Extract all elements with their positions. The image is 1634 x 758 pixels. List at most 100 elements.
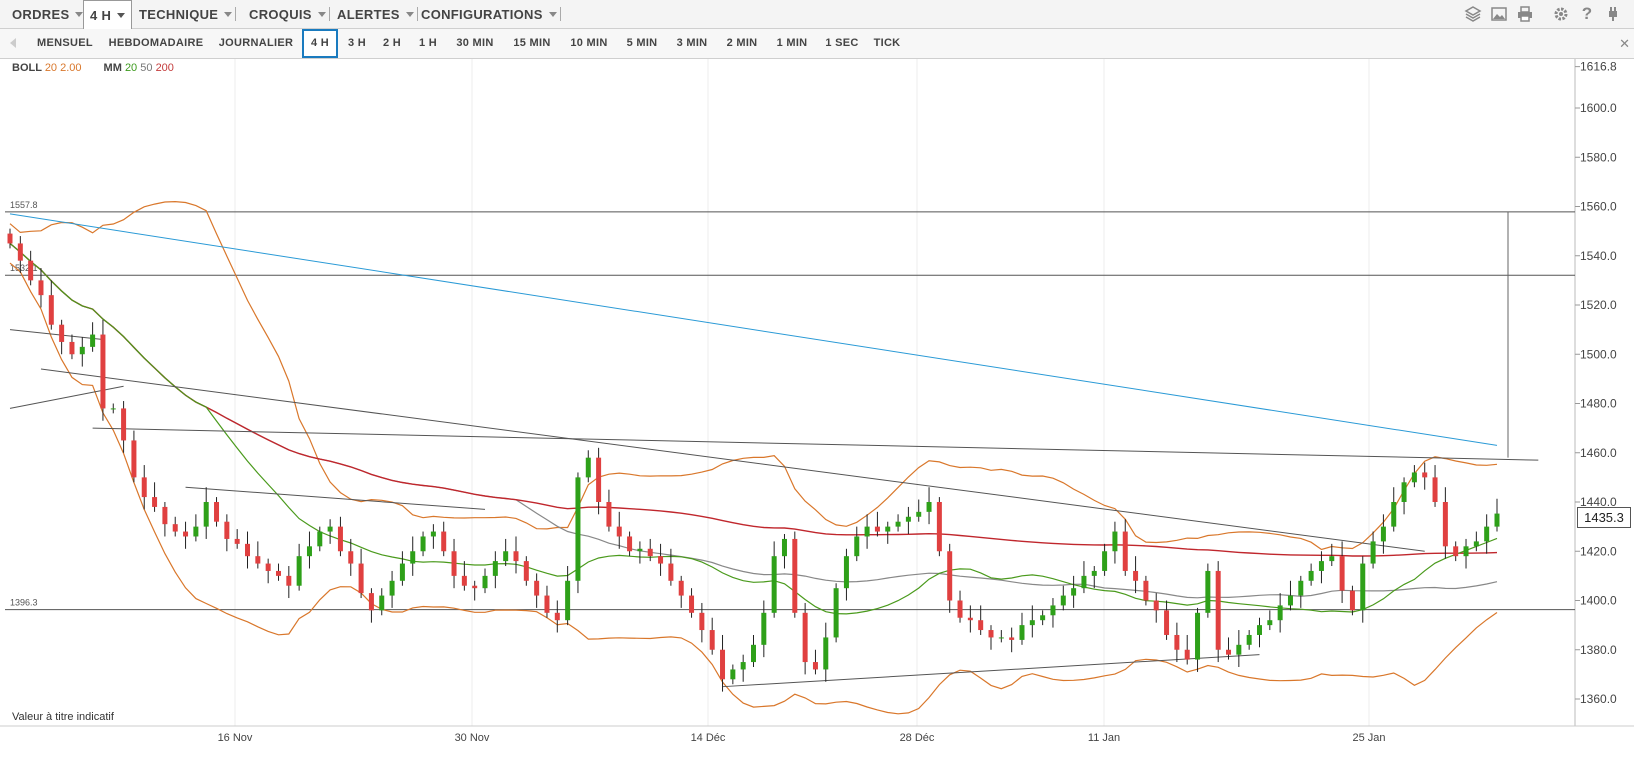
tf-1min[interactable]: 1 MIN [768,29,816,58]
print-icon[interactable] [1516,5,1534,23]
candle-body [1236,644,1242,655]
candle-body [781,538,787,557]
candle-body [936,502,942,552]
menu-alertes[interactable]: ALERTES [337,0,418,28]
horizontal-level-label: 1557.8 [10,200,38,210]
scroll-left-icon[interactable] [10,38,16,48]
candle-body [1360,563,1366,611]
candle-body [843,556,849,589]
menu-croquis[interactable]: CROQUIS [249,0,330,28]
plug-icon[interactable] [1604,5,1622,23]
candle-body [38,280,44,296]
candle-body [967,617,973,621]
tf-2h[interactable]: 2 H [375,29,409,58]
candle-body [534,580,540,596]
candle-body [1422,472,1428,478]
candle-body [492,561,498,576]
descending-trendline [40,368,1425,552]
candle-body [503,551,509,562]
tf-3min[interactable]: 3 MIN [668,29,716,58]
tf-mensuel[interactable]: MENSUEL [28,29,102,58]
tf-5min[interactable]: 5 MIN [618,29,666,58]
candle-body [802,612,808,663]
tf-3h[interactable]: 3 H [340,29,374,58]
y-tick-label: 1616.8 [1580,60,1617,74]
candle-body [48,295,54,325]
boll-legend[interactable]: BOLL 20 2.00 [12,62,82,74]
tf-4h[interactable]: 4 H [302,29,338,58]
tf-journalier[interactable]: JOURNALIER [212,29,300,58]
candle-body [1153,600,1159,611]
close-icon[interactable]: ✕ [1619,36,1630,52]
menu-timeframe[interactable]: 4 H [83,0,133,29]
candle-body [575,477,581,581]
candle-body [1442,502,1448,547]
y-tick-label: 1460.0 [1580,446,1617,460]
candle-body [1226,649,1232,655]
tf-hebdomadaire[interactable]: HEBDOMADAIRE [104,29,208,58]
last-price-label: 1435.3 [1577,507,1631,528]
tf-10min[interactable]: 10 MIN [562,29,616,58]
candle-body [482,575,488,589]
resistance-trendline [92,427,1539,461]
help-icon[interactable]: ? [1578,5,1596,23]
candle-body [1122,531,1128,571]
mm-legend[interactable]: MM 20 50 200 [104,62,174,74]
y-tick-label: 1360.0 [1580,692,1617,706]
candle-body [699,612,705,631]
candle-body [1060,595,1066,606]
candle-body [988,630,994,638]
candle-body [1391,502,1397,527]
candle-body [141,477,147,498]
chart-area[interactable]: 1616.8 1600.0 1580.0 1560.0 1540.0 1520.0 1500… [0,59,1634,753]
menu-configurations[interactable]: CONFIGURATIONS [421,0,561,28]
candle-body [1298,580,1304,596]
candle-body [1215,570,1221,650]
candle-body [399,563,405,581]
candle-body [1349,590,1355,611]
candle-body [916,511,922,517]
tf-1h[interactable]: 1 H [411,29,445,58]
tf-30min[interactable]: 30 MIN [448,29,502,58]
x-tick-label: 28 Déc [900,732,935,744]
candle-body [1133,570,1139,581]
candle-body [998,637,1004,639]
ma200-line [9,242,1498,557]
candle-body [1081,575,1087,589]
candle-body [1484,526,1490,542]
candle-body [1050,605,1056,616]
menu-ordres[interactable]: ORDRES [12,0,88,28]
candle-body [172,524,178,532]
tf-1sec[interactable]: 1 SEC [818,29,866,58]
candle-body [69,341,75,355]
ma20-line [9,242,1498,615]
candle-body [1256,625,1262,635]
tf-15min[interactable]: 15 MIN [504,29,560,58]
y-tick-label: 1420.0 [1580,544,1617,558]
candle-body [616,526,622,537]
candle-body [1277,605,1283,621]
candle-body [255,556,261,564]
y-tick-label: 1480.0 [1580,397,1617,411]
y-tick-label: 1560.0 [1580,200,1617,214]
candle-body [730,669,736,680]
candle-body [1009,637,1015,640]
price-chart[interactable]: 1616.8 1600.0 1580.0 1560.0 1540.0 1520.0 1500… [0,59,1634,753]
candle-body [1071,588,1077,596]
tf-tick[interactable]: TICK [868,29,906,58]
y-tick-label: 1500.0 [1580,347,1617,361]
candle-body [1308,570,1314,581]
candle-body [926,502,932,512]
layers-icon[interactable] [1464,5,1482,23]
candle-body [193,526,199,537]
candle-body [389,580,395,596]
menu-technique[interactable]: TECHNIQUE [139,0,237,28]
image-icon[interactable] [1490,5,1508,23]
candle-body [1143,580,1149,601]
gear-icon[interactable] [1552,5,1570,23]
candle-body [1091,570,1097,576]
tf-2min[interactable]: 2 MIN [718,29,766,58]
candle-body [1380,526,1386,542]
candle-body [689,595,695,613]
candle-body [627,536,633,552]
